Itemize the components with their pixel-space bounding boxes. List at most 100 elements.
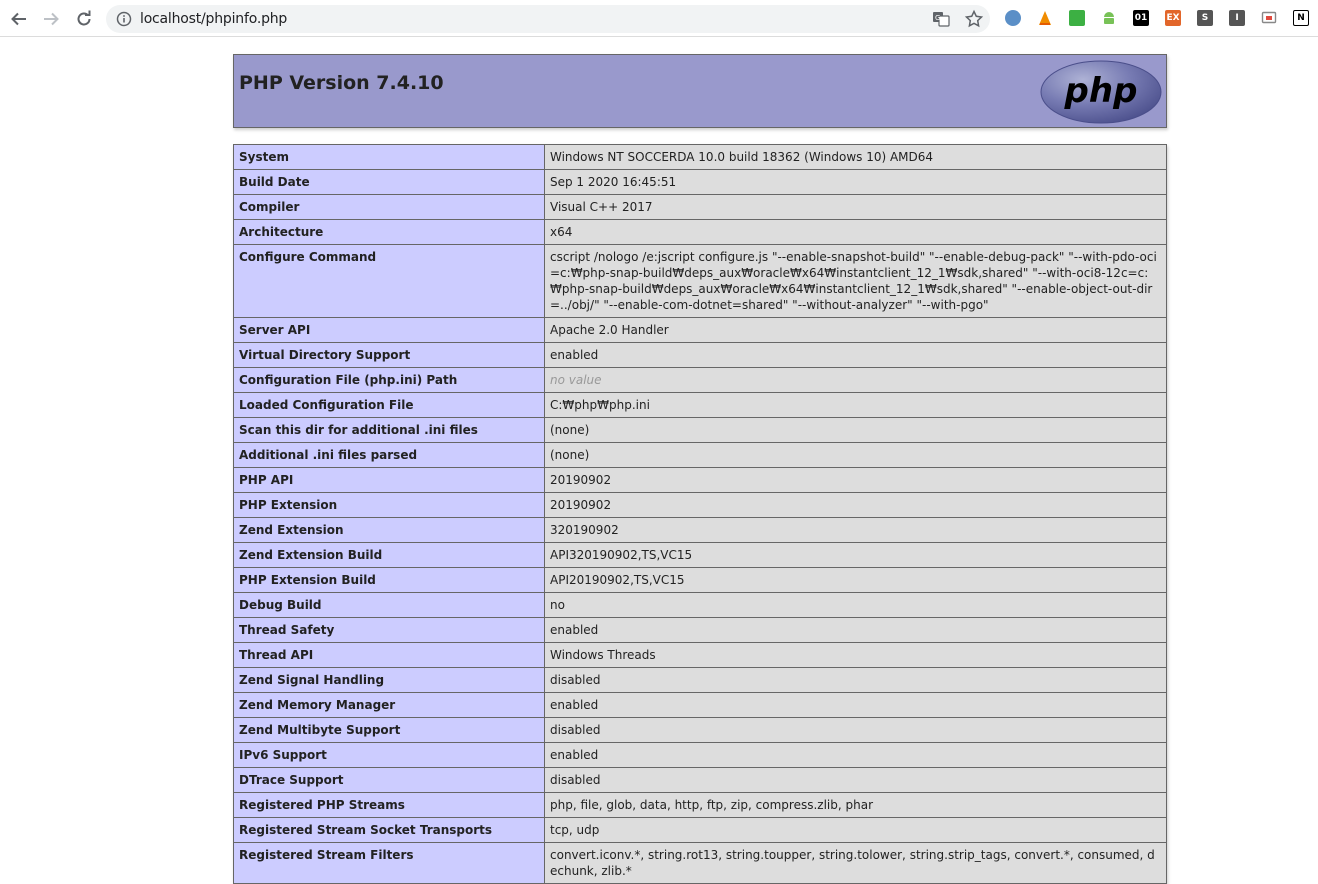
extension-label: I	[1235, 13, 1239, 23]
row-label: System	[233, 144, 545, 170]
screen-green-icon[interactable]	[1069, 10, 1085, 26]
row-label: PHP API	[233, 467, 545, 493]
table-row: Configuration File (php.ini) Path no valu…	[233, 367, 1167, 393]
table-row: Zend Multibyte Support disabled	[233, 717, 1167, 743]
table-row: Zend Signal Handling disabled	[233, 667, 1167, 693]
opera-ext-icon[interactable]	[1005, 10, 1021, 26]
row-label: Configuration File (php.ini) Path	[233, 367, 545, 393]
table-row: Loaded Configuration File C:₩php₩php.ini	[233, 392, 1167, 418]
row-label: Zend Signal Handling	[233, 667, 545, 693]
row-label: Zend Extension Build	[233, 542, 545, 568]
row-label: IPv6 Support	[233, 742, 545, 768]
table-row: Scan this dir for additional .ini files(…	[233, 417, 1167, 443]
table-row: Server API Apache 2.0 Handler	[233, 317, 1167, 343]
row-value: 20190902	[544, 467, 1167, 493]
row-value: disabled	[544, 667, 1167, 693]
row-label: Zend Memory Manager	[233, 692, 545, 718]
row-label: Loaded Configuration File	[233, 392, 545, 418]
table-row: Additional .ini files parsed (none)	[233, 442, 1167, 468]
android-icon[interactable]	[1101, 10, 1117, 26]
i-ext-icon[interactable]: I	[1229, 10, 1245, 26]
row-label: Server API	[233, 317, 545, 343]
table-row: Zend Extension Build API320190902,TS,VC15	[233, 542, 1167, 568]
bookmark-star-icon[interactable]	[964, 9, 984, 29]
row-label: Compiler	[233, 194, 545, 220]
extension-label: S	[1201, 13, 1209, 23]
row-label: Zend Extension	[233, 517, 545, 543]
row-label: PHP Extension	[233, 492, 545, 518]
binary-01-icon[interactable]: 01	[1133, 10, 1149, 26]
row-label: PHP Extension Build	[233, 567, 545, 593]
row-value: no value	[544, 367, 1167, 393]
table-row: PHP API 20190902	[233, 467, 1167, 493]
table-row: DTrace Support disabled	[233, 767, 1167, 793]
forward-button[interactable]	[40, 8, 62, 30]
row-label: DTrace Support	[233, 767, 545, 793]
browser-toolbar: localhost/phpinfo.php G 01 EX S I N	[0, 0, 1318, 37]
row-value: enabled	[544, 342, 1167, 368]
row-label: Registered Stream Filters	[233, 842, 545, 884]
row-label: Additional .ini files parsed	[233, 442, 545, 468]
row-value: no	[544, 592, 1167, 618]
row-value: C:₩php₩php.ini	[544, 392, 1167, 418]
row-label: Registered PHP Streams	[233, 792, 545, 818]
table-row: Configure Command cscript /nologo /e:jscr…	[233, 244, 1167, 318]
row-value: 20190902	[544, 492, 1167, 518]
page-title: PHP Version 7.4.10	[239, 72, 444, 94]
row-label: Scan this dir for additional .ini files	[233, 417, 545, 443]
row-value: Sep 1 2020 16:45:51	[544, 169, 1167, 195]
row-label: Registered Stream Socket Transports	[233, 817, 545, 843]
php-logo[interactable]: php	[1039, 59, 1163, 125]
back-button[interactable]	[8, 8, 30, 30]
forward-arrow-icon	[44, 12, 59, 26]
table-row: Zend Memory Manager enabled	[233, 692, 1167, 718]
row-label: Configure Command	[233, 244, 545, 318]
row-value: API320190902,TS,VC15	[544, 542, 1167, 568]
ex-icon[interactable]: EX	[1165, 10, 1181, 26]
row-value: Apache 2.0 Handler	[544, 317, 1167, 343]
row-value: enabled	[544, 742, 1167, 768]
address-bar[interactable]: localhost/phpinfo.php G	[106, 5, 990, 33]
info-icon[interactable]	[116, 11, 132, 27]
php-logo-text: php	[1064, 71, 1138, 111]
vlc-icon[interactable]	[1037, 10, 1053, 26]
row-label: Debug Build	[233, 592, 545, 618]
reload-icon	[77, 10, 91, 26]
table-row: System Windows NT SOCCERDA 10.0 build 183…	[233, 144, 1167, 170]
table-row: Compiler Visual C++ 2017	[233, 194, 1167, 220]
table-row: Architecture x64	[233, 219, 1167, 245]
row-value: enabled	[544, 692, 1167, 718]
row-value: php, file, glob, data, http, ftp, zip, c…	[544, 792, 1167, 818]
row-value: Visual C++ 2017	[544, 194, 1167, 220]
table-row: Virtual Directory Support enabled	[233, 342, 1167, 368]
row-value: Windows NT SOCCERDA 10.0 build 18362 (Wi…	[544, 144, 1167, 170]
s-ext-icon[interactable]: S	[1197, 10, 1213, 26]
table-row: IPv6 Support enabled	[233, 742, 1167, 768]
table-row: Registered PHP Streams php, file, glob, d…	[233, 792, 1167, 818]
table-row: Build Date Sep 1 2020 16:45:51	[233, 169, 1167, 195]
translate-icon[interactable]: G	[932, 10, 950, 28]
table-row: Debug Build no	[233, 592, 1167, 618]
row-value: disabled	[544, 767, 1167, 793]
table-row: Thread API Windows Threads	[233, 642, 1167, 668]
row-label: Zend Multibyte Support	[233, 717, 545, 743]
reload-button[interactable]	[73, 8, 95, 30]
row-value: 320190902	[544, 517, 1167, 543]
table-row: Thread Safety enabled	[233, 617, 1167, 643]
cast-icon[interactable]	[1261, 10, 1277, 26]
row-label: Thread API	[233, 642, 545, 668]
url-text[interactable]: localhost/phpinfo.php	[140, 11, 287, 27]
extension-label: EX	[1166, 13, 1180, 23]
row-value: tcp, udp	[544, 817, 1167, 843]
row-value: cscript /nologo /e:jscript configure.js …	[544, 244, 1167, 318]
table-row: PHP Extension Build API20190902,TS,VC15	[233, 567, 1167, 593]
row-value: enabled	[544, 617, 1167, 643]
row-label: Thread Safety	[233, 617, 545, 643]
notion-icon[interactable]: N	[1293, 10, 1309, 26]
extension-label: N	[1297, 13, 1305, 23]
row-value: disabled	[544, 717, 1167, 743]
row-value: (none)	[544, 442, 1167, 468]
row-label: Build Date	[233, 169, 545, 195]
table-row: PHP Extension 20190902	[233, 492, 1167, 518]
row-value: Windows Threads	[544, 642, 1167, 668]
